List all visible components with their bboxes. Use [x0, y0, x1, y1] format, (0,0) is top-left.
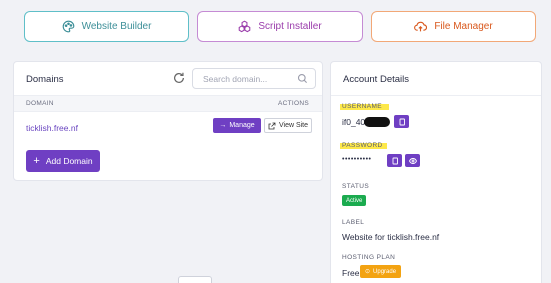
plus-icon: + — [33, 155, 40, 167]
label-label: LABEL — [342, 219, 365, 226]
arrow-right-icon: → — [219, 122, 227, 129]
domains-card: Domains DOMAIN ACTIONS ticklish.free.nf … — [13, 61, 323, 181]
copy-username-button[interactable] — [394, 115, 409, 128]
password-label: PASSWORD — [342, 142, 383, 149]
account-details-card: Account Details USERNAME if0_40 PASSWORD… — [330, 61, 542, 283]
file-manager-label: File Manager — [434, 21, 493, 32]
copy-icon — [392, 157, 398, 164]
domain-link[interactable]: ticklish.free.nf — [26, 123, 78, 133]
domains-table-header: DOMAIN ACTIONS — [14, 95, 322, 112]
script-installer-button[interactable]: Script Installer — [197, 11, 363, 42]
eye-icon — [408, 157, 417, 164]
divider — [331, 95, 541, 96]
manage-button[interactable]: → Manage — [213, 118, 261, 133]
website-builder-button[interactable]: Website Builder — [24, 11, 189, 42]
copy-password-button[interactable] — [387, 154, 402, 167]
column-domain: DOMAIN — [26, 100, 54, 107]
add-domain-button[interactable]: + Add Domain — [26, 150, 100, 172]
cloud-upload-icon — [414, 21, 428, 32]
status-badge: Active — [342, 195, 367, 206]
password-value: •••••••••• — [342, 156, 372, 163]
show-password-button[interactable] — [405, 154, 420, 167]
upgrade-label: Upgrade — [373, 268, 397, 275]
cubes-icon — [239, 20, 251, 33]
status-label: STATUS — [342, 183, 370, 190]
add-domain-label: Add Domain — [45, 156, 93, 166]
upgrade-icon: ⊙ — [365, 269, 371, 275]
manage-label: Manage — [229, 122, 255, 129]
website-builder-label: Website Builder — [81, 21, 152, 32]
hosting-plan-label: HOSTING PLAN — [342, 254, 396, 261]
palette-icon — [62, 20, 74, 33]
username-label: USERNAME — [342, 103, 383, 110]
domains-title: Domains — [26, 74, 64, 85]
partial-button[interactable] — [178, 276, 212, 283]
username-value: if0_40 — [342, 117, 366, 127]
column-actions: ACTIONS — [278, 100, 309, 107]
account-details-title: Account Details — [343, 74, 410, 85]
external-link-icon — [268, 122, 276, 129]
file-manager-button[interactable]: File Manager — [371, 11, 536, 42]
label-value: Website for ticklish.free.nf — [342, 232, 440, 242]
view-site-label: View Site — [278, 122, 309, 129]
redaction-mark — [364, 117, 390, 127]
script-installer-label: Script Installer — [258, 21, 322, 32]
upgrade-button[interactable]: ⊙ Upgrade — [360, 265, 402, 278]
copy-icon — [399, 118, 405, 125]
hosting-plan-value: Free — [342, 268, 360, 278]
view-site-button[interactable]: View Site — [264, 118, 312, 133]
search-icon — [297, 73, 308, 84]
refresh-icon[interactable] — [172, 71, 186, 85]
